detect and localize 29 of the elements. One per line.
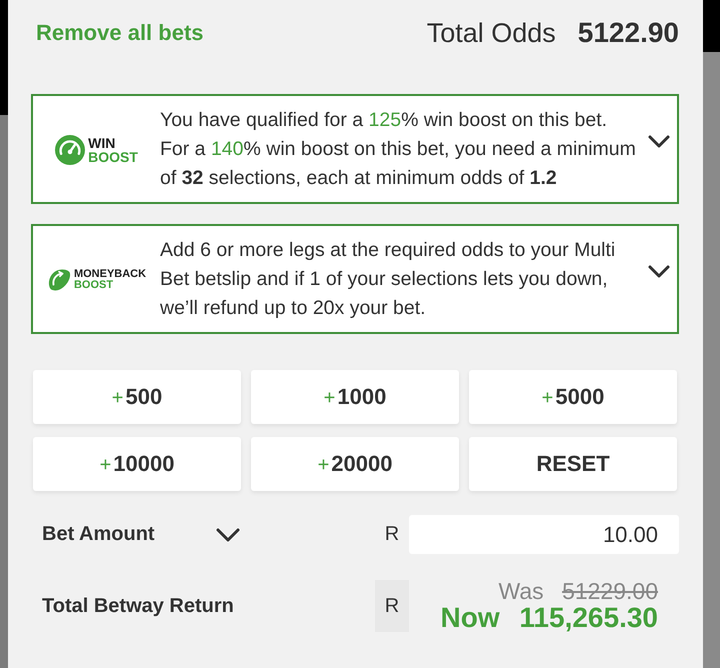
now-value: 115,265.30 [519, 602, 658, 633]
currency-label: R [375, 580, 409, 632]
gauge-icon [55, 134, 86, 164]
bet-amount-label: Bet Amount [42, 523, 156, 546]
logo-text: WIN [88, 136, 116, 150]
was-label: Was [498, 578, 544, 604]
now-label: Now [440, 602, 500, 633]
boost-message: For a 140% win boost on this bet, you need a minimum of 32 selections, each at minimum odds of 1.2 [160, 137, 637, 191]
total-odds-label: Total Odds [426, 18, 556, 49]
bet-amount-field[interactable]: 10.00 [409, 515, 679, 554]
total-return-label: Total Betway Return [42, 594, 235, 618]
chevron-icon[interactable] [648, 264, 670, 278]
logo-text: MONEYBACK [74, 268, 146, 280]
boost-message: Add 6 or more legs at the required odds to your Multi Bet betslip and if 1 of your selections lets you down, we’ll refund up to 20x your bet. [160, 238, 616, 321]
boost-message: You have qualified for a 125% win boost on this bet. [160, 108, 608, 133]
add-stake-button[interactable]: +1000 [251, 370, 459, 424]
add-stake-button[interactable]: +20000 [251, 437, 459, 491]
chevron-icon[interactable] [648, 134, 670, 148]
coin-icon [46, 268, 71, 290]
was-value: 51229.00 [562, 578, 658, 604]
logo-text: BOOST [88, 150, 138, 164]
chevron-icon[interactable] [216, 528, 240, 542]
add-stake-button[interactable]: +500 [33, 370, 241, 424]
logo-text: BOOST [74, 280, 114, 290]
currency-label: R [384, 523, 400, 546]
add-stake-button[interactable]: +10000 [33, 437, 241, 491]
add-stake-button[interactable]: +5000 [469, 370, 677, 424]
reset-button[interactable]: RESET [469, 437, 677, 491]
total-odds-value: 5122.90 [578, 17, 679, 49]
